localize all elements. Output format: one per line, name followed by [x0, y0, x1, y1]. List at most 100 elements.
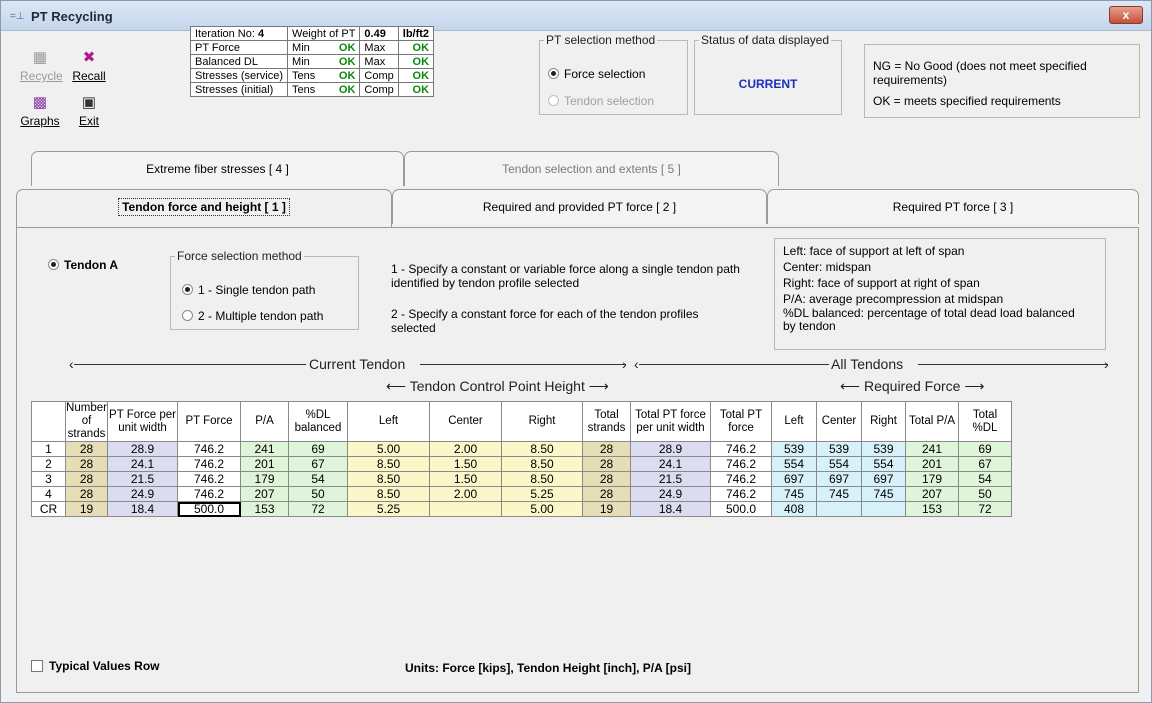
close-button[interactable]: x [1109, 6, 1143, 24]
dl-balanced-cell[interactable]: 72 [288, 501, 348, 517]
tendon-selection-radio[interactable]: Tendon selection [548, 94, 654, 108]
req-left-cell[interactable]: 697 [771, 471, 817, 487]
req-left-cell[interactable]: 539 [771, 441, 817, 457]
pt-force-unit-cell[interactable]: 24.1 [107, 456, 178, 472]
total-strands-cell[interactable]: 28 [582, 456, 631, 472]
req-right-cell[interactable] [861, 501, 906, 517]
dl-balanced-cell[interactable]: 50 [288, 486, 348, 502]
pt-force-unit-cell[interactable]: 18.4 [107, 501, 178, 517]
height-left-cell[interactable]: 8.50 [347, 486, 430, 502]
total-strands-cell[interactable]: 28 [582, 471, 631, 487]
height-right-cell[interactable]: 8.50 [501, 471, 583, 487]
tab-required-pt-force[interactable]: Required PT force [ 3 ] [767, 189, 1139, 224]
pt-force-cell[interactable]: 500.0 [177, 501, 241, 517]
total-pa-cell[interactable]: 201 [905, 456, 959, 472]
tendon-a-radio[interactable]: Tendon A [48, 258, 118, 272]
pa-cell[interactable]: 207 [240, 486, 289, 502]
pa-cell[interactable]: 201 [240, 456, 289, 472]
total-pt-unit-cell[interactable]: 24.1 [630, 456, 711, 472]
height-left-cell[interactable]: 5.25 [347, 501, 430, 517]
tab-extreme-fiber-stresses[interactable]: Extreme fiber stresses [ 4 ] [31, 151, 404, 186]
height-right-cell[interactable]: 8.50 [501, 456, 583, 472]
req-center-cell[interactable]: 554 [816, 456, 862, 472]
pa-cell[interactable]: 153 [240, 501, 289, 517]
pa-cell[interactable]: 179 [240, 471, 289, 487]
total-pt-unit-cell[interactable]: 28.9 [630, 441, 711, 457]
note-right: Right: face of support at right of span [783, 276, 980, 290]
pt-force-unit-cell[interactable]: 21.5 [107, 471, 178, 487]
dl-balanced-cell[interactable]: 69 [288, 441, 348, 457]
total-pt-force-cell[interactable]: 746.2 [710, 471, 772, 487]
radio-on-icon [548, 68, 559, 79]
height-right-cell[interactable]: 5.25 [501, 486, 583, 502]
total-strands-cell[interactable]: 28 [582, 441, 631, 457]
req-right-cell[interactable]: 539 [861, 441, 906, 457]
total-pt-unit-cell[interactable]: 24.9 [630, 486, 711, 502]
height-left-cell[interactable]: 5.00 [347, 441, 430, 457]
req-center-cell[interactable] [816, 501, 862, 517]
height-right-cell[interactable]: 5.00 [501, 501, 583, 517]
total-pt-unit-cell[interactable]: 18.4 [630, 501, 711, 517]
total-pa-cell[interactable]: 207 [905, 486, 959, 502]
total-pa-cell[interactable]: 153 [905, 501, 959, 517]
height-center-cell[interactable]: 1.50 [429, 456, 502, 472]
height-center-cell[interactable]: 2.00 [429, 441, 502, 457]
tab-required-provided-force[interactable]: Required and provided PT force [ 2 ] [392, 189, 767, 224]
strands-cell[interactable]: 19 [65, 501, 108, 517]
pa-cell[interactable]: 241 [240, 441, 289, 457]
total-pt-force-cell[interactable]: 500.0 [710, 501, 772, 517]
total-pa-cell[interactable]: 179 [905, 471, 959, 487]
total-dl-cell[interactable]: 69 [958, 441, 1012, 457]
total-dl-cell[interactable]: 67 [958, 456, 1012, 472]
total-pt-force-cell[interactable]: 746.2 [710, 441, 772, 457]
req-right-cell[interactable]: 745 [861, 486, 906, 502]
pt-force-cell[interactable]: 746.2 [177, 441, 241, 457]
recycle-button[interactable]: ▦ Recycle [20, 48, 63, 92]
strands-cell[interactable]: 28 [65, 456, 108, 472]
total-dl-cell[interactable]: 72 [958, 501, 1012, 517]
strands-cell[interactable]: 28 [65, 471, 108, 487]
pt-force-cell[interactable]: 746.2 [177, 486, 241, 502]
force-selection-radio[interactable]: Force selection [548, 67, 645, 81]
tab-tendon-force-height[interactable]: Tendon force and height [ 1 ] [16, 189, 392, 227]
recall-button[interactable]: ✖ Recall [69, 48, 109, 92]
pt-force-cell[interactable]: 746.2 [177, 471, 241, 487]
pt-force-cell[interactable]: 746.2 [177, 456, 241, 472]
typical-values-checkbox[interactable]: Typical Values Row [31, 659, 159, 673]
total-pa-cell[interactable]: 241 [905, 441, 959, 457]
height-center-cell[interactable] [429, 501, 502, 517]
total-strands-cell[interactable]: 19 [582, 501, 631, 517]
req-left-cell[interactable]: 408 [771, 501, 817, 517]
total-dl-cell[interactable]: 54 [958, 471, 1012, 487]
multiple-tendon-path-radio[interactable]: 2 - Multiple tendon path [182, 309, 323, 323]
total-strands-cell[interactable]: 28 [582, 486, 631, 502]
height-center-cell[interactable]: 1.50 [429, 471, 502, 487]
req-center-cell[interactable]: 539 [816, 441, 862, 457]
dl-balanced-cell[interactable]: 54 [288, 471, 348, 487]
total-pt-unit-cell[interactable]: 21.5 [630, 471, 711, 487]
req-center-cell[interactable]: 745 [816, 486, 862, 502]
req-right-cell[interactable]: 554 [861, 456, 906, 472]
header-cell: Total PT force per unit width [630, 401, 711, 442]
req-center-cell[interactable]: 697 [816, 471, 862, 487]
exit-button[interactable]: ▣ Exit [69, 93, 109, 137]
pt-force-unit-cell[interactable]: 28.9 [107, 441, 178, 457]
pt-force-unit-cell[interactable]: 24.9 [107, 486, 178, 502]
req-right-cell[interactable]: 697 [861, 471, 906, 487]
strands-cell[interactable]: 28 [65, 441, 108, 457]
graphs-button[interactable]: ▩ Graphs [20, 93, 60, 137]
tab-tendon-selection[interactable]: Tendon selection and extents [ 5 ] [404, 151, 779, 186]
height-left-cell[interactable]: 8.50 [347, 471, 430, 487]
total-pt-force-cell[interactable]: 746.2 [710, 486, 772, 502]
req-left-cell[interactable]: 745 [771, 486, 817, 502]
strands-cell[interactable]: 28 [65, 486, 108, 502]
req-left-cell[interactable]: 554 [771, 456, 817, 472]
dl-balanced-cell[interactable]: 67 [288, 456, 348, 472]
single-tendon-path-radio[interactable]: 1 - Single tendon path [182, 283, 315, 297]
height-center-cell[interactable]: 2.00 [429, 486, 502, 502]
height-left-cell[interactable]: 8.50 [347, 456, 430, 472]
method1-description: 1 - Specify a constant or variable force… [391, 262, 740, 290]
total-pt-force-cell[interactable]: 746.2 [710, 456, 772, 472]
total-dl-cell[interactable]: 50 [958, 486, 1012, 502]
height-right-cell[interactable]: 8.50 [501, 441, 583, 457]
